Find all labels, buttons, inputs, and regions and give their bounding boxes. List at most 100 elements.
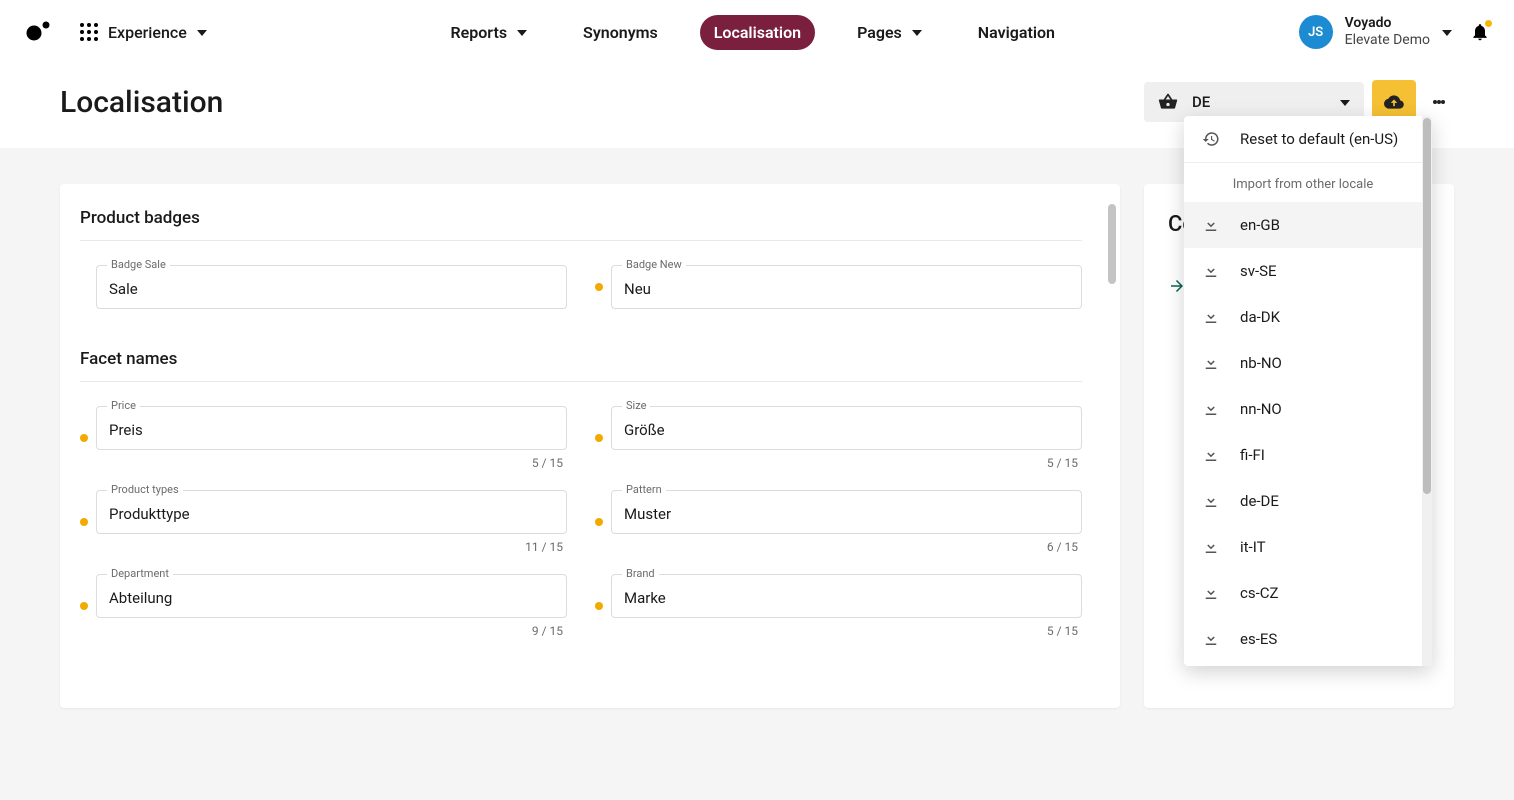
nav-localisation-label: Localisation (714, 23, 801, 42)
field-wrapper-department: Department Abteilung 9 / 15 (80, 574, 567, 638)
field-value: Preis (109, 421, 554, 439)
locale-label: nb-NO (1240, 354, 1282, 372)
import-header: Import from other locale (1184, 163, 1422, 202)
import-locale-sv-se[interactable]: sv-SE (1184, 248, 1422, 294)
field-counter: 6 / 15 (611, 540, 1082, 554)
dropdown-scroll: Reset to default (en-US) Import from oth… (1184, 116, 1422, 666)
chevron-down-icon (1340, 100, 1350, 106)
field-label: Badge New (622, 258, 686, 271)
field-wrapper-badge-sale: Badge Sale Sale (80, 265, 567, 309)
scrollbar-thumb[interactable] (1108, 204, 1116, 284)
product-types-field[interactable]: Product types Produkttype (96, 490, 567, 534)
locale-label: cs-CZ (1240, 584, 1279, 602)
field-label: Size (622, 399, 650, 412)
field-value: Neu (624, 280, 1069, 298)
locale-label: fi-FI (1240, 446, 1265, 464)
nav-right: JS Voyado Elevate Demo (1299, 15, 1490, 49)
import-dropdown: Reset to default (en-US) Import from oth… (1184, 116, 1432, 666)
user-name: Voyado (1345, 15, 1430, 32)
field-label: Product types (107, 483, 183, 496)
chevron-down-icon (912, 30, 922, 36)
nav-navigation[interactable]: Navigation (964, 15, 1069, 50)
chevron-down-icon (1442, 30, 1452, 36)
nav-localisation[interactable]: Localisation (700, 15, 815, 50)
department-field[interactable]: Department Abteilung (96, 574, 567, 618)
import-locale-da-dk[interactable]: da-DK (1184, 294, 1422, 340)
modified-dot-icon (595, 283, 603, 291)
locale-label: es-ES (1240, 630, 1277, 648)
import-locale-es-es[interactable]: es-ES (1184, 616, 1422, 662)
notifications-button[interactable] (1470, 22, 1490, 42)
nav-pages[interactable]: Pages (843, 15, 936, 50)
import-locale-fi-fi[interactable]: fi-FI (1184, 432, 1422, 478)
cloud-upload-icon (1384, 92, 1404, 112)
price-field[interactable]: Price Preis (96, 406, 567, 450)
basket-icon (1158, 92, 1178, 112)
section-title-product-badges: Product badges (80, 208, 1082, 228)
field-value: Abteilung (109, 589, 554, 607)
section-divider (80, 240, 1082, 241)
chevron-down-icon (517, 30, 527, 36)
page-title: Localisation (60, 85, 223, 120)
size-field[interactable]: Size Größe (611, 406, 1082, 450)
form-card: Product badges Badge Sale Sale Badge New (60, 184, 1120, 708)
scrollbar-thumb[interactable] (1423, 118, 1431, 494)
download-icon (1202, 400, 1220, 418)
field-value: Muster (624, 505, 1069, 523)
modified-dot-icon (80, 602, 88, 610)
import-locale-nb-no[interactable]: nb-NO (1184, 340, 1422, 386)
download-icon (1202, 262, 1220, 280)
chevron-down-icon (197, 30, 207, 36)
nav-reports[interactable]: Reports (436, 15, 541, 50)
pattern-field[interactable]: Pattern Muster (611, 490, 1082, 534)
field-value: Produkttype (109, 505, 554, 523)
field-label: Pattern (622, 483, 666, 496)
field-label: Price (107, 399, 140, 412)
modified-dot-icon (80, 518, 88, 526)
section-divider (80, 381, 1082, 382)
import-locale-cs-cz[interactable]: cs-CZ (1184, 570, 1422, 616)
badge-new-field[interactable]: Badge New Neu (611, 265, 1082, 309)
locale-label: sv-SE (1240, 262, 1277, 280)
app-switcher[interactable]: Experience (80, 23, 207, 42)
field-counter: 11 / 15 (96, 540, 567, 554)
modified-dot-icon (595, 434, 603, 442)
brand-logo[interactable] (24, 18, 52, 46)
field-wrapper-badge-new: Badge New Neu (595, 265, 1082, 309)
reset-to-default[interactable]: Reset to default (en-US) (1184, 116, 1422, 162)
app-switcher-label: Experience (108, 23, 187, 42)
form-scrollbar[interactable] (1102, 184, 1120, 708)
notification-dot-icon (1485, 20, 1492, 27)
import-locale-nn-no[interactable]: nn-NO (1184, 386, 1422, 432)
modified-dot-icon (595, 602, 603, 610)
locale-selector-value: DE (1192, 93, 1210, 111)
nav-pages-label: Pages (857, 23, 902, 42)
import-locale-it-it[interactable]: it-IT (1184, 524, 1422, 570)
modified-dot-icon (80, 434, 88, 442)
nav-synonyms[interactable]: Synonyms (569, 15, 672, 50)
dropdown-scrollbar[interactable] (1422, 116, 1432, 666)
import-locale-en-gb[interactable]: en-GB (1184, 202, 1422, 248)
user-menu[interactable]: JS Voyado Elevate Demo (1299, 15, 1452, 49)
import-locale-de-de[interactable]: de-DE (1184, 478, 1422, 524)
download-icon (1202, 354, 1220, 372)
download-icon (1202, 446, 1220, 464)
brand-field[interactable]: Brand Marke (611, 574, 1082, 618)
field-wrapper-size: Size Größe 5 / 15 (595, 406, 1082, 470)
download-icon (1202, 630, 1220, 648)
download-icon (1202, 584, 1220, 602)
locale-label: da-DK (1240, 308, 1280, 326)
field-label: Brand (622, 567, 659, 580)
nav-navigation-label: Navigation (978, 23, 1055, 42)
modified-dot-icon (595, 518, 603, 526)
field-wrapper-price: Price Preis 5 / 15 (80, 406, 567, 470)
field-label: Badge Sale (107, 258, 170, 271)
field-wrapper-product-types: Product types Produkttype 11 / 15 (80, 490, 567, 554)
field-wrapper-pattern: Pattern Muster 6 / 15 (595, 490, 1082, 554)
badge-sale-field[interactable]: Badge Sale Sale (96, 265, 567, 309)
field-counter: 5 / 15 (611, 624, 1082, 638)
avatar-initials: JS (1308, 25, 1323, 40)
facet-names-grid: Price Preis 5 / 15 Size Größe 5 / 15 (80, 406, 1082, 638)
history-icon (1202, 130, 1220, 148)
locale-label: en-GB (1240, 216, 1280, 234)
